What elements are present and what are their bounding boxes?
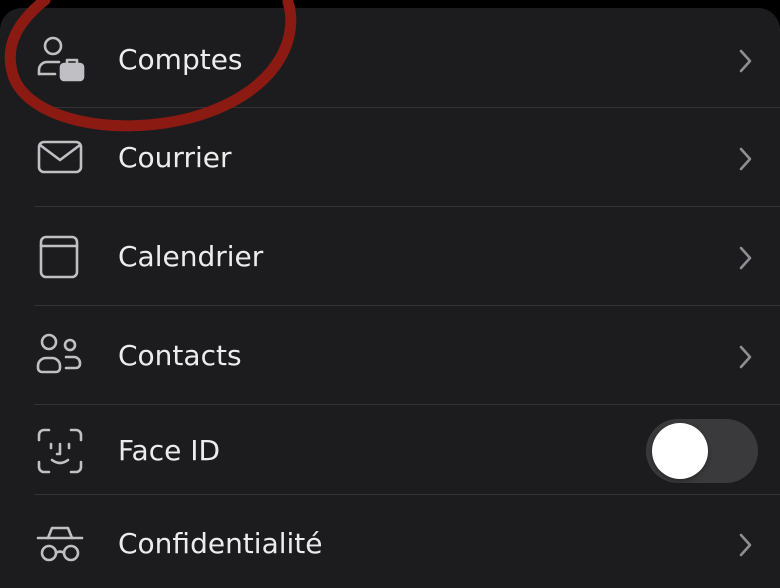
settings-list: Comptes Courrier Calendrier Contacts Fac… (0, 8, 780, 588)
chevron-right-icon (734, 144, 756, 174)
chevron-right-icon (734, 342, 756, 372)
settings-row-label: Courrier (118, 141, 232, 174)
mail-icon (34, 132, 86, 184)
divider (34, 206, 780, 207)
divider (34, 494, 780, 495)
settings-screen: Comptes Courrier Calendrier Contacts Fac… (0, 0, 780, 588)
chevron-right-icon (734, 243, 756, 273)
settings-row-label: Contacts (118, 339, 242, 372)
calendar-icon (34, 231, 86, 283)
settings-row-label: Comptes (118, 43, 243, 76)
privacy-incognito-icon (34, 518, 86, 570)
settings-row-contacts[interactable]: Contacts (0, 326, 780, 386)
settings-row-mail[interactable]: Courrier (0, 128, 780, 188)
divider (34, 305, 780, 306)
settings-row-label: Face ID (118, 434, 221, 467)
contacts-icon (34, 330, 86, 382)
chevron-right-icon (734, 46, 756, 76)
settings-row-label: Calendrier (118, 240, 264, 273)
face-id-toggle[interactable] (646, 419, 758, 483)
settings-row-calendar[interactable]: Calendrier (0, 227, 780, 287)
settings-row-privacy[interactable]: Confidentialité (0, 514, 780, 574)
settings-row-face-id: Face ID (0, 417, 780, 485)
toggle-knob (652, 423, 708, 479)
chevron-right-icon (734, 530, 756, 560)
settings-row-label: Confidentialité (118, 527, 323, 560)
divider (34, 404, 780, 405)
face-id-icon (34, 425, 86, 477)
account-briefcase-icon (34, 34, 86, 86)
settings-row-accounts[interactable]: Comptes (0, 30, 780, 90)
divider (34, 107, 780, 108)
